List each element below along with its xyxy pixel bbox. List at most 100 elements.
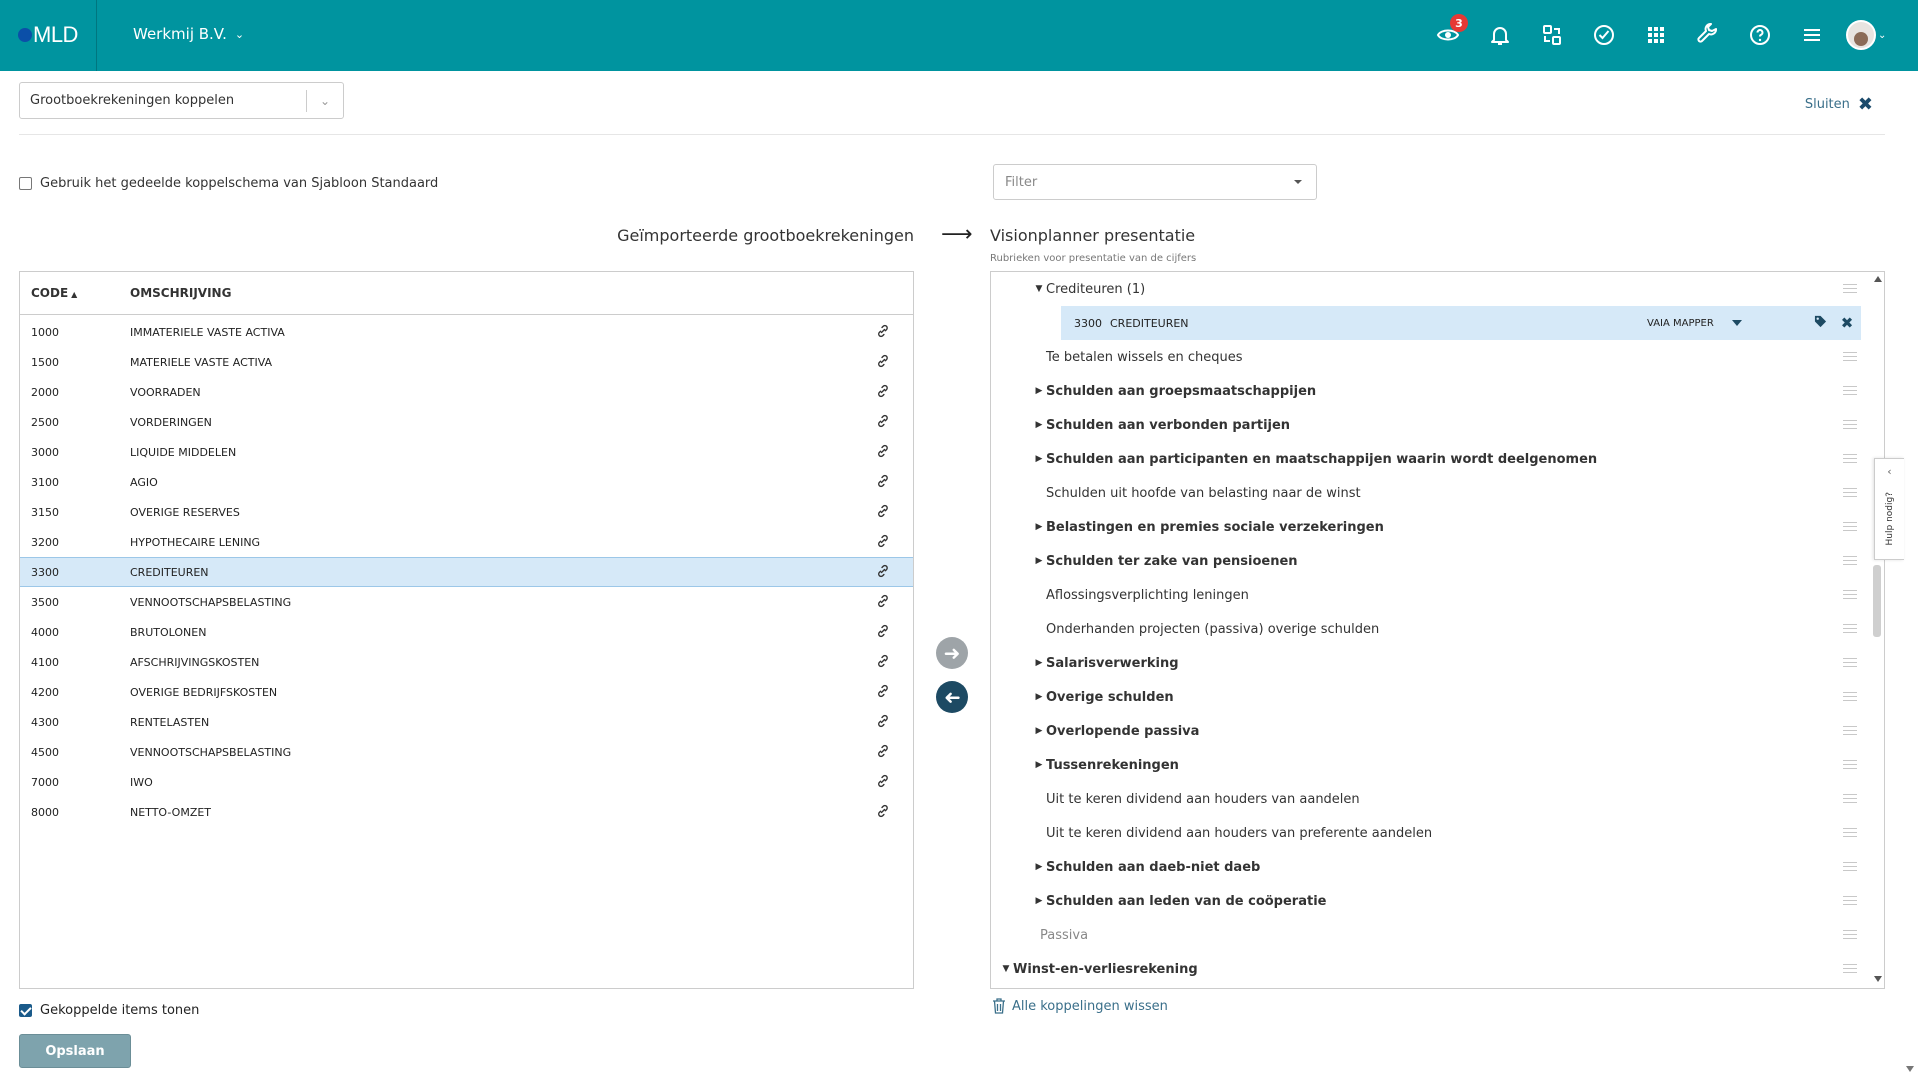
page-scroll-down-icon[interactable] bbox=[1906, 1066, 1914, 1072]
tree-node[interactable]: ▶ Overlopende passiva bbox=[991, 714, 1871, 748]
tasks-button[interactable] bbox=[1578, 18, 1630, 52]
tree-node[interactable]: Passiva bbox=[991, 918, 1871, 952]
tree-node[interactable]: ▶ Schulden aan participanten en maatschap… bbox=[991, 442, 1871, 476]
link-icon[interactable] bbox=[853, 534, 913, 551]
visionplanner-eye-button[interactable]: 3 bbox=[1422, 14, 1474, 52]
drag-handle-icon[interactable] bbox=[1843, 284, 1857, 293]
tree-node[interactable]: ▶ Belastingen en premies sociale verzeker… bbox=[991, 510, 1871, 544]
settings-button[interactable] bbox=[1682, 18, 1734, 52]
link-icon[interactable] bbox=[853, 744, 913, 761]
apps-button[interactable] bbox=[1630, 18, 1682, 52]
menu-button[interactable] bbox=[1786, 18, 1838, 52]
table-row[interactable]: 8000 NETTO-OMZET bbox=[20, 797, 913, 827]
table-row[interactable]: 2000 VOORRADEN bbox=[20, 377, 913, 407]
drag-handle-icon[interactable] bbox=[1843, 692, 1857, 701]
link-icon[interactable] bbox=[853, 384, 913, 401]
code-column-header[interactable]: CODE ▲ bbox=[20, 286, 130, 300]
drag-handle-icon[interactable] bbox=[1843, 454, 1857, 463]
table-row[interactable]: 4300 RENTELASTEN bbox=[20, 707, 913, 737]
filter-select[interactable]: Filter bbox=[993, 164, 1317, 200]
table-row[interactable]: 3200 HYPOTHECAIRE LENING bbox=[20, 527, 913, 557]
drag-handle-icon[interactable] bbox=[1843, 420, 1857, 429]
table-row[interactable]: 3000 LIQUIDE MIDDELEN bbox=[20, 437, 913, 467]
tree-node[interactable]: Schulden uit hoofde van belasting naar d… bbox=[991, 476, 1871, 510]
table-row[interactable]: 2500 VORDERINGEN bbox=[20, 407, 913, 437]
tree-node[interactable]: Uit te keren dividend aan houders van pr… bbox=[991, 816, 1871, 850]
link-icon[interactable] bbox=[853, 444, 913, 461]
notifications-button[interactable] bbox=[1474, 18, 1526, 52]
caret-right-icon[interactable]: ▶ bbox=[1034, 760, 1044, 770]
help-button[interactable] bbox=[1734, 18, 1786, 52]
link-icon[interactable] bbox=[853, 804, 913, 821]
mld-logo[interactable]: MLD bbox=[18, 22, 78, 48]
mode-select[interactable]: Grootboekrekeningen koppelen ⌄ bbox=[19, 82, 344, 119]
drag-handle-icon[interactable] bbox=[1843, 930, 1857, 939]
link-to-left-button[interactable]: ➜ bbox=[936, 681, 968, 713]
tree-node[interactable]: ▶ Tussenrekeningen bbox=[991, 748, 1871, 782]
drag-handle-icon[interactable] bbox=[1843, 556, 1857, 565]
link-icon[interactable] bbox=[853, 594, 913, 611]
link-icon[interactable] bbox=[853, 714, 913, 731]
tag-icon[interactable] bbox=[1807, 315, 1833, 331]
link-icon[interactable] bbox=[853, 624, 913, 641]
tree-node[interactable]: ▼ Winst-en-verliesrekening bbox=[991, 952, 1871, 986]
tree-node[interactable]: ▶ Schulden ter zake van pensioenen bbox=[991, 544, 1871, 578]
tree-node[interactable]: ▶ Schulden aan leden van de coöperatie bbox=[991, 884, 1871, 918]
clear-all-links-button[interactable]: Alle koppelingen wissen bbox=[992, 998, 1168, 1014]
drag-handle-icon[interactable] bbox=[1843, 828, 1857, 837]
drag-handle-icon[interactable] bbox=[1843, 862, 1857, 871]
table-row[interactable]: 4000 BRUTOLONEN bbox=[20, 617, 913, 647]
show-linked-checkbox[interactable]: Gekoppelde items tonen bbox=[19, 1003, 199, 1018]
shared-schema-checkbox[interactable]: Gebruik het gedeelde koppelschema van Sj… bbox=[19, 176, 438, 191]
link-icon[interactable] bbox=[853, 354, 913, 371]
link-icon[interactable] bbox=[853, 774, 913, 791]
tree-node[interactable]: Aflossingsverplichting leningen bbox=[991, 578, 1871, 612]
table-row[interactable]: 4500 VENNOOTSCHAPSBELASTING bbox=[20, 737, 913, 767]
drag-handle-icon[interactable] bbox=[1843, 658, 1857, 667]
link-icon[interactable] bbox=[853, 564, 913, 581]
link-icon[interactable] bbox=[853, 324, 913, 341]
caret-right-icon[interactable]: ▶ bbox=[1034, 726, 1044, 736]
tree-node[interactable]: ▶ Schulden aan groepsmaatschappijen bbox=[991, 374, 1871, 408]
drag-handle-icon[interactable] bbox=[1843, 386, 1857, 395]
table-row[interactable]: 3500 VENNOOTSCHAPSBELASTING bbox=[20, 587, 913, 617]
link-icon[interactable] bbox=[853, 504, 913, 521]
scrollbar-thumb[interactable] bbox=[1873, 565, 1881, 637]
drag-handle-icon[interactable] bbox=[1843, 522, 1857, 531]
drag-handle-icon[interactable] bbox=[1843, 896, 1857, 905]
checkbox-checked-icon[interactable] bbox=[19, 1004, 32, 1017]
caret-down-icon[interactable]: ▼ bbox=[1001, 964, 1011, 974]
tree-node[interactable]: ▶ Salarisverwerking bbox=[991, 646, 1871, 680]
tree-node[interactable]: Te betalen wissels en cheques bbox=[991, 340, 1871, 374]
caret-right-icon[interactable]: ▶ bbox=[1034, 454, 1044, 464]
table-row[interactable]: 1500 MATERIELE VASTE ACTIVA bbox=[20, 347, 913, 377]
help-tab[interactable]: ‹ Hulp nodig? bbox=[1874, 458, 1904, 560]
tree-node[interactable]: Onderhanden projecten (passiva) overige … bbox=[991, 612, 1871, 646]
drag-handle-icon[interactable] bbox=[1843, 352, 1857, 361]
drag-handle-icon[interactable] bbox=[1843, 624, 1857, 633]
caret-right-icon[interactable]: ▶ bbox=[1034, 420, 1044, 430]
unlink-icon[interactable]: ✖ bbox=[1833, 314, 1861, 332]
link-icon[interactable] bbox=[853, 654, 913, 671]
table-row[interactable]: 3150 OVERIGE RESERVES bbox=[20, 497, 913, 527]
caret-right-icon[interactable]: ▶ bbox=[1034, 658, 1044, 668]
description-column-header[interactable]: OMSCHRIJVING bbox=[130, 286, 231, 300]
link-icon[interactable] bbox=[853, 414, 913, 431]
link-icon[interactable] bbox=[853, 474, 913, 491]
caret-right-icon[interactable]: ▶ bbox=[1034, 522, 1044, 532]
table-row[interactable]: 4100 AFSCHRIJVINGSKOSTEN bbox=[20, 647, 913, 677]
close-button[interactable]: Sluiten ✖ bbox=[1805, 94, 1873, 115]
tree-node[interactable]: ▶ Schulden aan daeb-niet daeb bbox=[991, 850, 1871, 884]
transfer-button[interactable] bbox=[1526, 18, 1578, 52]
mapper-select[interactable]: VAIA MAPPER bbox=[1647, 318, 1807, 329]
table-row[interactable]: 3300 CREDITEUREN bbox=[20, 557, 913, 587]
table-row[interactable]: 3100 AGIO bbox=[20, 467, 913, 497]
drag-handle-icon[interactable] bbox=[1843, 726, 1857, 735]
caret-right-icon[interactable]: ▶ bbox=[1034, 896, 1044, 906]
save-button[interactable]: Opslaan bbox=[19, 1034, 131, 1068]
caret-right-icon[interactable]: ▶ bbox=[1034, 556, 1044, 566]
tree-node[interactable]: Uit te keren dividend aan houders van aa… bbox=[991, 782, 1871, 816]
table-row[interactable]: 7000 IWO bbox=[20, 767, 913, 797]
tree-node[interactable]: ▶ Overige schulden bbox=[991, 680, 1871, 714]
scroll-up-icon[interactable] bbox=[1874, 276, 1882, 282]
